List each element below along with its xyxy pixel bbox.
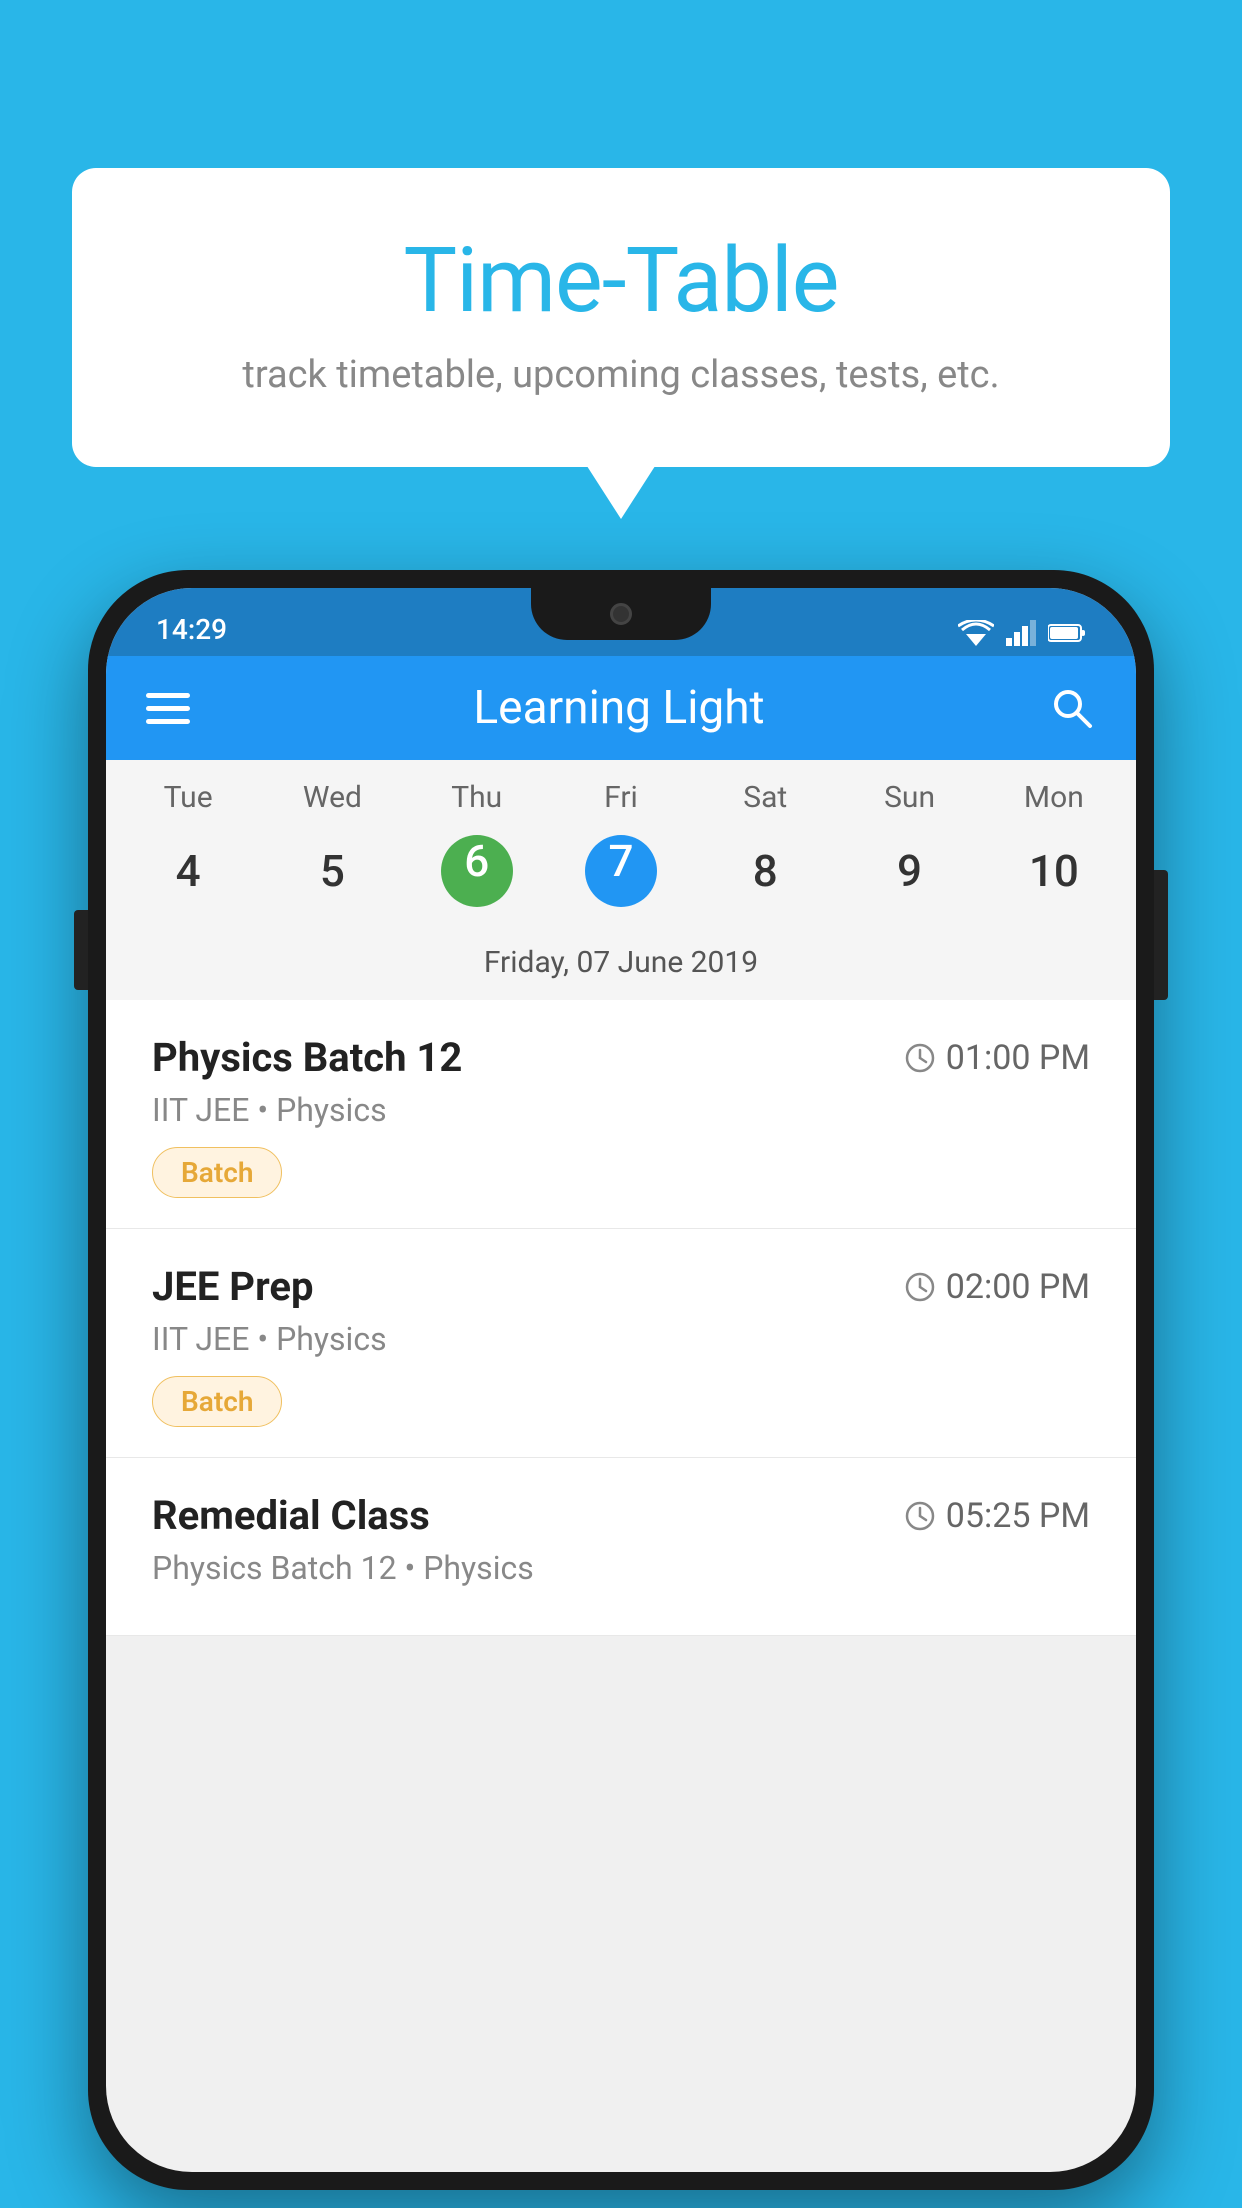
class-item-top: Remedial Class 05:25 PM bbox=[152, 1492, 1090, 1539]
batch-tag: Batch bbox=[152, 1147, 282, 1198]
batch-tag: Batch bbox=[152, 1376, 282, 1427]
day-numbers: 4 5 6 7 8 9 10 bbox=[106, 827, 1136, 935]
battery-icon bbox=[1048, 623, 1086, 643]
class-item-top: JEE Prep 02:00 PM bbox=[152, 1263, 1090, 1310]
camera bbox=[610, 603, 632, 625]
wifi-icon bbox=[958, 620, 994, 646]
day-5[interactable]: 5 bbox=[260, 827, 404, 915]
class-item-jee-prep[interactable]: JEE Prep 02:00 PM IIT JEE • Physics Batc… bbox=[106, 1229, 1136, 1458]
clock-icon bbox=[904, 1500, 936, 1532]
search-button[interactable] bbox=[1048, 684, 1096, 732]
class-item-physics-batch-12[interactable]: Physics Batch 12 01:00 PM IIT JEE • Phys… bbox=[106, 1000, 1136, 1229]
calendar-strip: Tue Wed Thu Fri Sat Sun Mon 4 5 6 7 bbox=[106, 760, 1136, 1000]
signal-icon bbox=[1006, 620, 1036, 646]
phone-mockup: 14:29 bbox=[88, 570, 1154, 2190]
class-name: Physics Batch 12 bbox=[152, 1034, 462, 1081]
class-meta: IIT JEE • Physics bbox=[152, 1320, 1090, 1358]
day-header-wed: Wed bbox=[260, 780, 404, 827]
day-7[interactable]: 7 bbox=[549, 827, 693, 915]
clock-icon bbox=[904, 1042, 936, 1074]
day-9[interactable]: 9 bbox=[837, 827, 981, 915]
class-name: Remedial Class bbox=[152, 1492, 430, 1539]
selected-date-label: Friday, 07 June 2019 bbox=[106, 935, 1136, 1000]
status-icons bbox=[958, 620, 1086, 646]
day-6[interactable]: 6 bbox=[405, 827, 549, 915]
day-header-fri: Fri bbox=[549, 780, 693, 827]
app-bar: Learning Light bbox=[106, 656, 1136, 760]
app-title: Learning Light bbox=[473, 681, 764, 735]
class-meta: Physics Batch 12 • Physics bbox=[152, 1549, 1090, 1587]
class-time: 05:25 PM bbox=[904, 1496, 1090, 1536]
class-meta: IIT JEE • Physics bbox=[152, 1091, 1090, 1129]
phone-screen: 14:29 bbox=[106, 588, 1136, 2172]
class-list: Physics Batch 12 01:00 PM IIT JEE • Phys… bbox=[106, 1000, 1136, 1636]
day-4[interactable]: 4 bbox=[116, 827, 260, 915]
day-header-sat: Sat bbox=[693, 780, 837, 827]
day-8[interactable]: 8 bbox=[693, 827, 837, 915]
day-header-tue: Tue bbox=[116, 780, 260, 827]
day-10[interactable]: 10 bbox=[982, 827, 1126, 915]
status-time: 14:29 bbox=[156, 613, 227, 646]
hamburger-menu[interactable] bbox=[146, 693, 190, 724]
class-time: 01:00 PM bbox=[904, 1038, 1090, 1078]
day-headers: Tue Wed Thu Fri Sat Sun Mon bbox=[106, 780, 1136, 827]
class-item-top: Physics Batch 12 01:00 PM bbox=[152, 1034, 1090, 1081]
phone-outer: 14:29 bbox=[88, 570, 1154, 2190]
day-header-mon: Mon bbox=[982, 780, 1126, 827]
tooltip-subtitle: track timetable, upcoming classes, tests… bbox=[152, 353, 1090, 397]
phone-notch bbox=[531, 588, 711, 640]
day-header-thu: Thu bbox=[405, 780, 549, 827]
class-name: JEE Prep bbox=[152, 1263, 313, 1310]
day-header-sun: Sun bbox=[837, 780, 981, 827]
tooltip-card: Time-Table track timetable, upcoming cla… bbox=[72, 168, 1170, 467]
class-time: 02:00 PM bbox=[904, 1267, 1090, 1307]
class-item-remedial[interactable]: Remedial Class 05:25 PM Physics Batch 12… bbox=[106, 1458, 1136, 1636]
clock-icon bbox=[904, 1271, 936, 1303]
tooltip-title: Time-Table bbox=[152, 228, 1090, 333]
